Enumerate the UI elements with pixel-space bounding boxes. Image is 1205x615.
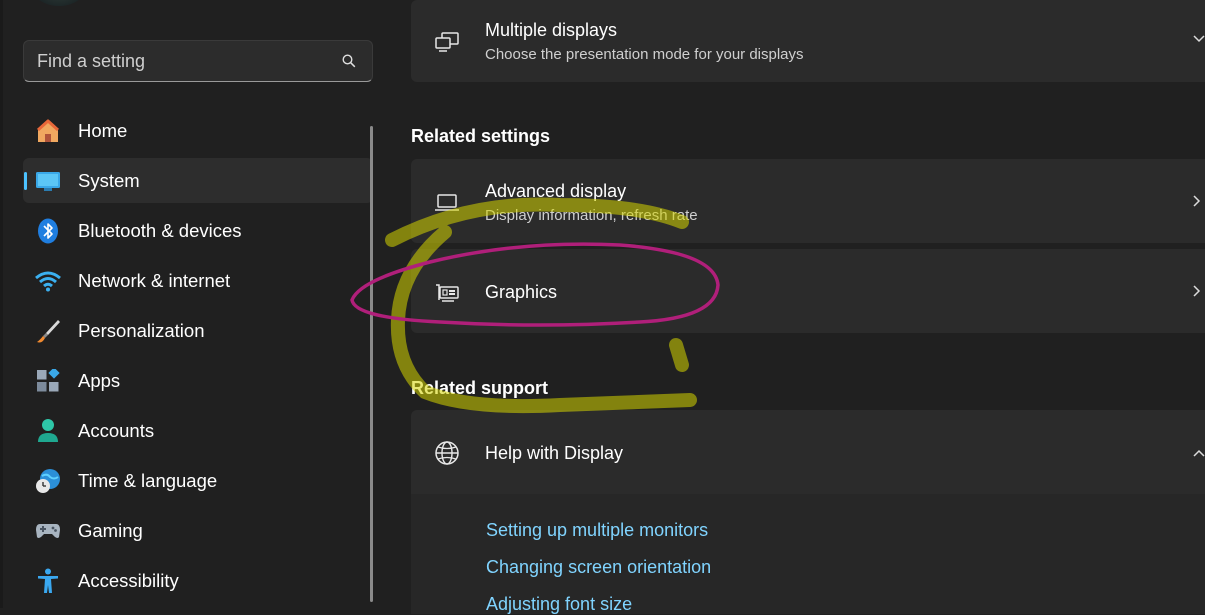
graphics-card-icon xyxy=(433,279,461,307)
sidebar-scrollbar[interactable] xyxy=(370,126,373,602)
laptop-icon xyxy=(433,189,461,217)
sidebar-item-home[interactable]: Home xyxy=(23,108,373,153)
avatar xyxy=(30,0,88,6)
sidebar-item-label: System xyxy=(78,169,140,191)
apps-icon xyxy=(34,367,62,395)
advanced-display-card[interactable]: Advanced display Display information, re… xyxy=(411,159,1205,243)
sidebar-item-gaming[interactable]: Gaming xyxy=(23,508,373,553)
window-edge xyxy=(0,0,3,608)
sidebar-item-bluetooth[interactable]: Bluetooth & devices xyxy=(23,208,373,253)
search-input[interactable] xyxy=(24,49,340,73)
related-settings-heading: Related settings xyxy=(411,126,551,146)
sidebar-nav: Home System Bluetooth & devices Network … xyxy=(23,108,373,608)
help-with-display-card[interactable]: Help with Display xyxy=(411,410,1205,494)
sidebar-item-label: Personalization xyxy=(78,319,205,341)
advanced-display-title: Advanced display xyxy=(485,181,627,201)
brush-icon xyxy=(34,317,62,345)
chevron-right-icon[interactable] xyxy=(1193,194,1205,208)
home-icon xyxy=(34,117,62,145)
sidebar-item-accessibility[interactable]: Accessibility xyxy=(23,558,373,603)
wifi-icon xyxy=(34,267,62,295)
sidebar-item-label: Accounts xyxy=(78,419,155,441)
globe-clock-icon xyxy=(34,467,62,495)
sidebar-item-personalization[interactable]: Personalization xyxy=(23,308,373,353)
sidebar-item-label: Gaming xyxy=(78,519,143,541)
multiple-displays-icon xyxy=(433,28,461,56)
globe-icon xyxy=(433,439,461,467)
sidebar-item-label: Home xyxy=(78,119,128,141)
selection-indicator xyxy=(24,172,27,190)
multiple-displays-card[interactable]: Multiple displays Choose the presentatio… xyxy=(411,0,1205,82)
help-link-multiple-monitors[interactable]: Setting up multiple monitors xyxy=(486,520,708,541)
graphics-title: Graphics xyxy=(485,282,558,302)
accounts-icon xyxy=(34,417,62,445)
sidebar-item-network[interactable]: Network & internet xyxy=(23,258,373,303)
search-icon[interactable] xyxy=(340,52,358,70)
sidebar-item-accounts[interactable]: Accounts xyxy=(23,408,373,453)
bluetooth-icon xyxy=(34,217,62,245)
related-support-heading: Related support xyxy=(411,378,549,398)
sidebar-item-time-language[interactable]: Time & language xyxy=(23,458,373,503)
help-links-panel: Setting up multiple monitors Changing sc… xyxy=(411,494,1205,614)
help-link-font-size[interactable]: Adjusting font size xyxy=(486,594,632,615)
sidebar-item-system[interactable]: System xyxy=(23,158,373,203)
accessibility-icon xyxy=(34,567,62,595)
multiple-displays-subtitle: Choose the presentation mode for your di… xyxy=(485,46,804,63)
advanced-display-subtitle: Display information, refresh rate xyxy=(485,207,698,224)
help-with-display-title: Help with Display xyxy=(485,443,624,463)
sidebar-item-apps[interactable]: Apps xyxy=(23,358,373,403)
sidebar-item-label: Accessibility xyxy=(78,569,179,591)
sidebar-item-label: Network & internet xyxy=(78,269,231,291)
sidebar-item-label: Apps xyxy=(78,369,121,391)
sidebar-item-label: Bluetooth & devices xyxy=(78,219,242,241)
help-link-screen-orientation[interactable]: Changing screen orientation xyxy=(486,557,711,578)
system-icon xyxy=(34,167,62,195)
gamepad-icon xyxy=(34,517,62,545)
chevron-right-icon[interactable] xyxy=(1193,284,1205,298)
sidebar-item-label: Time & language xyxy=(78,469,218,491)
multiple-displays-title: Multiple displays xyxy=(485,20,618,40)
search-box[interactable] xyxy=(23,40,373,82)
chevron-up-icon[interactable] xyxy=(1193,446,1205,460)
chevron-down-icon[interactable] xyxy=(1193,32,1205,46)
graphics-card[interactable]: Graphics xyxy=(411,249,1205,333)
